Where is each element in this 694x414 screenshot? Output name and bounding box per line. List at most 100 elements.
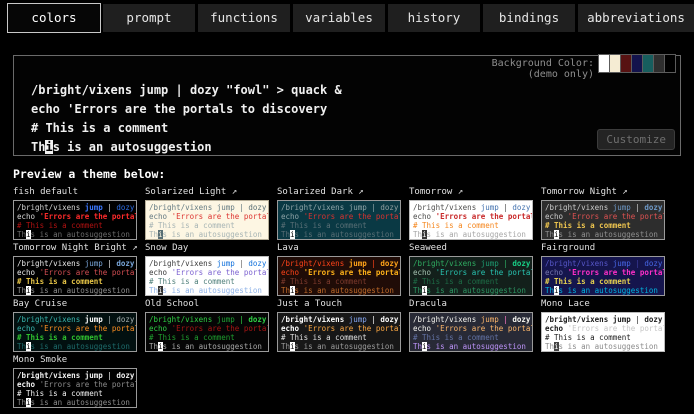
shell-command-text: jump bbox=[349, 315, 367, 324]
theme-card[interactable]: /bright/vixens jump | dozy "fowl" > quac… bbox=[409, 200, 533, 240]
theme-card[interactable]: /bright/vixens jump | dozy "fowl" > quac… bbox=[541, 312, 665, 352]
theme-card[interactable]: /bright/vixens jump | dozy "fowl" > quac… bbox=[13, 256, 137, 296]
shell-path-text: /bright/vixens bbox=[17, 259, 85, 268]
shell-path-text: /bright/vixens bbox=[281, 315, 349, 324]
theme-sample-line-2: echo 'Errors are the portals to discover… bbox=[545, 268, 664, 277]
theme-sample-line-4: This is an autosuggestion bbox=[413, 286, 532, 295]
theme-card[interactable]: /bright/vixens jump | dozy "fowl" > quac… bbox=[541, 256, 665, 296]
shell-command2-text: dozy bbox=[512, 259, 530, 268]
theme-title: Mono Lace bbox=[541, 299, 665, 310]
autosuggestion-text: s is an autosuggestion bbox=[163, 342, 262, 351]
echo-command-text: echo bbox=[545, 324, 568, 333]
error-text: 'Errors are the portals to discovery bbox=[568, 212, 665, 221]
theme-card[interactable]: /bright/vixens jump | dozy "fowl" > quac… bbox=[277, 200, 401, 240]
pipe-separator: | bbox=[235, 259, 249, 268]
comment-text: # This is a comment bbox=[281, 333, 367, 342]
shell-command2-text: dozy bbox=[380, 259, 398, 268]
theme-card[interactable]: /bright/vixens jump | dozy "fowl" > quac… bbox=[145, 312, 269, 352]
shell-command2-text: dozy bbox=[512, 315, 530, 324]
theme-sample-line-4: This is an autosuggestion bbox=[17, 398, 136, 407]
theme-sample-line-4: This is an autosuggestion bbox=[545, 230, 664, 239]
theme-sample-line-3: # This is a comment bbox=[281, 333, 400, 342]
error-text: 'Errors are the portals to discovery bbox=[172, 212, 269, 221]
theme-title: Snow Day bbox=[145, 243, 269, 254]
theme-sample-line-3: # This is a comment bbox=[413, 333, 532, 342]
autosuggestion-text: Th bbox=[17, 398, 26, 407]
autosuggestion-text: Th bbox=[281, 286, 290, 295]
shell-path-text: /bright/vixens bbox=[17, 371, 85, 380]
shell-command-text: jump bbox=[85, 203, 103, 212]
theme-sample-line-2: echo 'Errors are the portals to discover… bbox=[413, 268, 532, 277]
theme-sample-line-1: /bright/vixens jump | dozy "fowl" > quac… bbox=[281, 259, 400, 268]
echo-command-text: echo bbox=[545, 268, 568, 277]
echo-command-text: echo bbox=[31, 102, 67, 116]
autosuggestion-text: Th bbox=[149, 286, 158, 295]
quoted-text: "fowl" > quack & bbox=[134, 371, 137, 380]
theme-sample-line-1: /bright/vixens jump | dozy "fowl" > quac… bbox=[149, 203, 268, 212]
theme-sample-line-2: echo 'Errors are the portals to discover… bbox=[281, 324, 400, 333]
theme-sample-line-2: echo 'Errors are the portals to discover… bbox=[17, 324, 136, 333]
pipe-separator: | bbox=[499, 315, 513, 324]
shell-command-text: jump bbox=[85, 371, 103, 380]
themes-heading: Preview a theme below: bbox=[13, 167, 694, 181]
theme-card[interactable]: /bright/vixens jump | dozy "fowl" > quac… bbox=[145, 200, 269, 240]
shell-command2-text: dozy bbox=[380, 203, 398, 212]
theme-card[interactable]: /bright/vixens jump | dozy "fowl" > quac… bbox=[541, 200, 665, 240]
autosuggestion-text: s is an autosuggestion bbox=[31, 286, 130, 295]
tab-variables[interactable]: variables bbox=[293, 4, 385, 32]
error-text: 'Errors are the portals to discovery bbox=[304, 324, 401, 333]
theme-sample-line-3: # This is a comment bbox=[17, 389, 136, 398]
comment-text: # This is a comment bbox=[31, 121, 168, 135]
tab-prompt[interactable]: prompt bbox=[103, 4, 195, 32]
theme-card[interactable]: /bright/vixens jump | dozy "fowl" > quac… bbox=[13, 200, 137, 240]
customize-button[interactable]: Customize bbox=[597, 129, 675, 150]
shell-command-text: jump bbox=[85, 315, 103, 324]
pipe-separator: | bbox=[103, 203, 117, 212]
autosuggestion-text: s is an autosuggestion bbox=[31, 230, 130, 239]
shell-path-text: /bright/vixens bbox=[149, 259, 217, 268]
echo-command-text: echo bbox=[149, 268, 172, 277]
echo-command-text: echo bbox=[17, 212, 40, 221]
error-text: 'Errors are the portals to discovery bbox=[40, 268, 137, 277]
theme-card[interactable]: /bright/vixens jump | dozy "fowl" > quac… bbox=[277, 312, 401, 352]
tab-abbreviations[interactable]: abbreviations bbox=[578, 4, 694, 32]
echo-command-text: echo bbox=[149, 324, 172, 333]
autosuggestion-text: Th bbox=[149, 342, 158, 351]
tab-colors[interactable]: colors bbox=[8, 4, 100, 32]
shell-command-text: jump bbox=[481, 315, 499, 324]
echo-command-text: echo bbox=[413, 324, 436, 333]
theme-card[interactable]: /bright/vixens jump | dozy "fowl" > quac… bbox=[145, 256, 269, 296]
error-text: 'Errors are the portals to discovery bbox=[304, 212, 401, 221]
background-color-label-line2: (demo only) bbox=[492, 69, 594, 80]
shell-command2-text: dozy bbox=[116, 315, 134, 324]
theme-sample-line-1: /bright/vixens jump | dozy "fowl" > quac… bbox=[149, 315, 268, 324]
pipe-separator: | bbox=[631, 259, 645, 268]
theme-card[interactable]: /bright/vixens jump | dozy "fowl" > quac… bbox=[13, 368, 137, 408]
theme-sample-line-4: This is an autosuggestion bbox=[545, 342, 664, 351]
tab-bar: colors prompt functions variables histor… bbox=[0, 0, 694, 32]
theme-card[interactable]: /bright/vixens jump | dozy "fowl" > quac… bbox=[13, 312, 137, 352]
theme-card[interactable]: /bright/vixens jump | dozy "fowl" > quac… bbox=[277, 256, 401, 296]
theme-title: fish default bbox=[13, 187, 137, 198]
cursor-block: i bbox=[45, 140, 52, 154]
quoted-text: "fowl" > quack & bbox=[530, 315, 533, 324]
comment-text: # This is a comment bbox=[281, 221, 367, 230]
autosuggestion-text: s is an autosuggestion bbox=[427, 342, 526, 351]
shell-path-text: /bright/vixens bbox=[31, 83, 139, 97]
shell-command-text: jump bbox=[217, 203, 235, 212]
pipe-separator: | bbox=[103, 315, 117, 324]
theme-sample-line-2: echo 'Errors are the portals to discover… bbox=[17, 380, 136, 389]
theme-card[interactable]: /bright/vixens jump | dozy "fowl" > quac… bbox=[409, 256, 533, 296]
theme-grid: fish default/bright/vixens jump | dozy "… bbox=[13, 186, 694, 408]
background-color-swatch[interactable] bbox=[664, 54, 676, 73]
quoted-text: "fowl" > quack & bbox=[398, 203, 401, 212]
theme-cell: Dracula/bright/vixens jump | dozy "fowl"… bbox=[409, 298, 533, 352]
tab-functions[interactable]: functions bbox=[198, 4, 290, 32]
error-text: 'Errors are the portals to discovery bbox=[436, 212, 533, 221]
theme-card[interactable]: /bright/vixens jump | dozy "fowl" > quac… bbox=[409, 312, 533, 352]
theme-sample-line-4: This is an autosuggestion bbox=[149, 286, 268, 295]
theme-sample-line-1: /bright/vixens jump | dozy "fowl" > quac… bbox=[149, 259, 268, 268]
tab-bindings[interactable]: bindings bbox=[483, 4, 575, 32]
tab-history[interactable]: history bbox=[388, 4, 480, 32]
shell-command2-text: dozy bbox=[380, 315, 398, 324]
